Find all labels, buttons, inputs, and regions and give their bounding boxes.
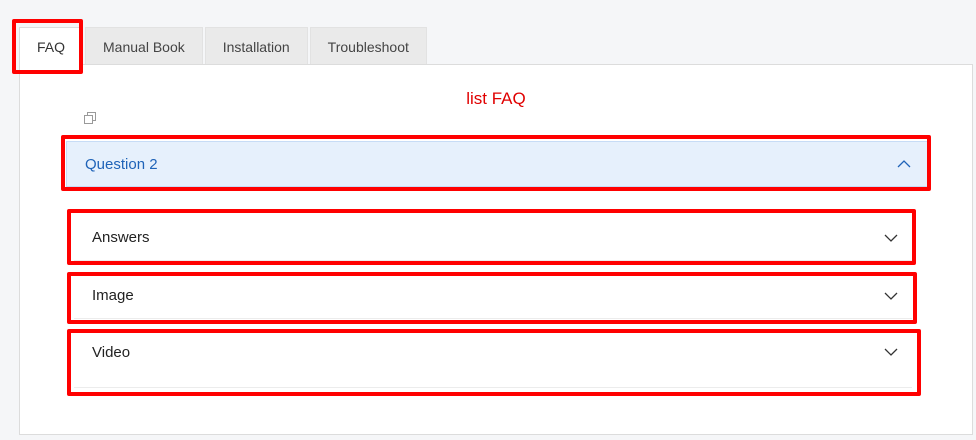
chevron-up-icon [897,160,911,168]
faq-question-header[interactable]: Question 2 [66,141,928,187]
image-label: Image [92,287,134,304]
video-section-header[interactable]: Video [74,330,912,388]
tab-troubleshoot[interactable]: Troubleshoot [309,27,427,65]
copy-icon[interactable] [84,111,96,124]
tab-manual-book[interactable]: Manual Book [85,27,203,65]
panel-title: list FAQ [466,89,526,108]
question-label: Question 2 [85,155,158,173]
chevron-down-icon [884,292,898,300]
faq-panel: list FAQ Question 2 Answers Image Video [19,64,973,435]
image-section-header[interactable]: Image [74,273,912,319]
answers-section-header[interactable]: Answers [74,215,912,261]
video-label: Video [92,344,131,361]
tab-faq[interactable]: FAQ [19,27,84,66]
chevron-down-icon [884,348,898,356]
tab-bar: FAQ Manual Book Installation Troubleshoo… [19,27,427,66]
chevron-down-icon [884,234,898,242]
tab-installation[interactable]: Installation [204,27,308,65]
answers-label: Answers [92,229,150,246]
